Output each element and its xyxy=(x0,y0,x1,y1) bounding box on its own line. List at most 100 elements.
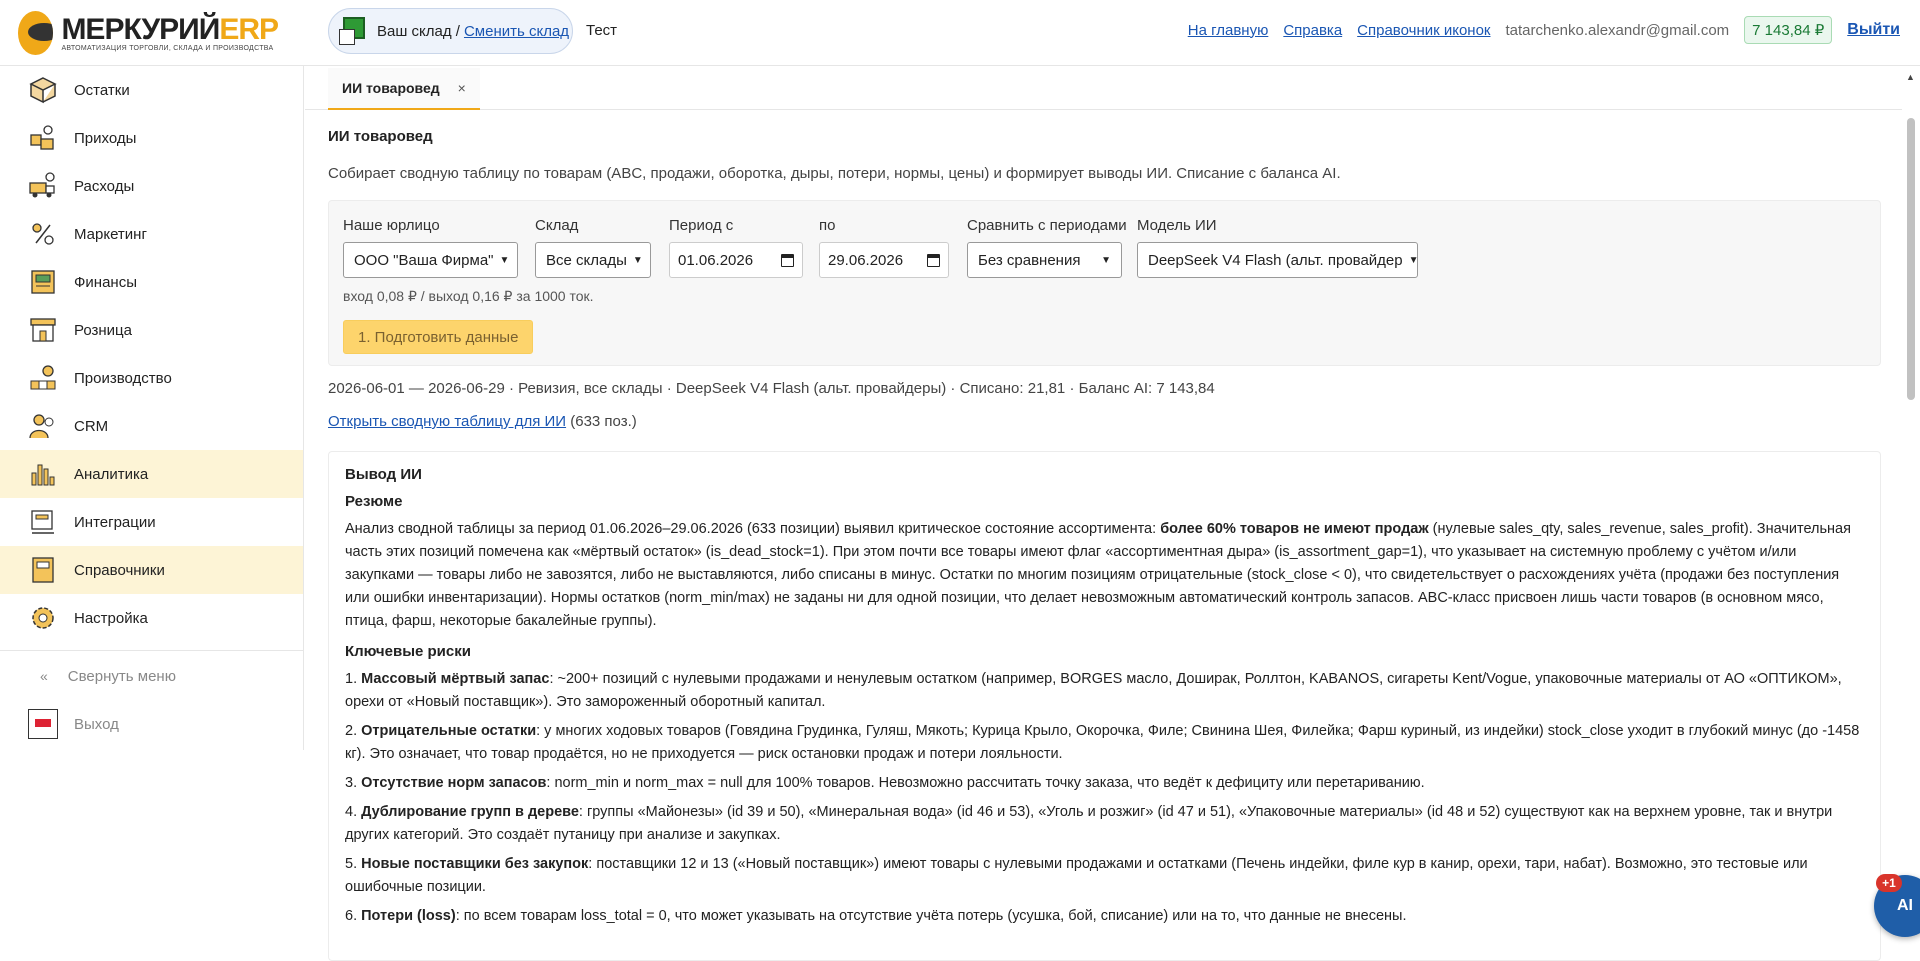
help-link[interactable]: Справка xyxy=(1283,22,1342,39)
sidebar-item-label: Финансы xyxy=(74,273,137,291)
model-select[interactable]: DeepSeek V4 Flash (альт. провайдер ▼ xyxy=(1137,242,1418,278)
ai-output-title: Вывод ИИ xyxy=(345,466,422,483)
warehouse-value: Все склады xyxy=(546,251,627,269)
resume-text: Анализ сводной таблицы за период 01.06.2… xyxy=(345,518,1864,633)
calendar-icon[interactable] xyxy=(781,253,794,267)
scrollbar-thumb[interactable] xyxy=(1907,118,1915,400)
open-table-line: Открыть сводную таблицу для ИИ (633 поз.… xyxy=(328,413,637,430)
tab-bar: ИИ товаровед × xyxy=(305,66,1920,110)
delivery-truck-icon xyxy=(29,172,55,198)
close-icon[interactable]: × xyxy=(458,80,466,96)
logo-subtitle: АВТОМАТИЗАЦИЯ ТОРГОВЛИ, СКЛАДА И ПРОИЗВО… xyxy=(61,44,274,52)
sidebar-item-analytics[interactable]: Аналитика xyxy=(0,450,303,498)
tab-label: ИИ товаровед xyxy=(342,80,440,96)
warehouse-label: Ваш склад / xyxy=(377,22,460,40)
sidebar-item-finance[interactable]: Финансы xyxy=(0,258,303,306)
risk-heading: Дублирование групп в дереве xyxy=(361,804,579,820)
filters-panel: Наше юрлицо ООО "Ваша Фирма" ▼ Склад Все … xyxy=(328,200,1881,366)
sidebar-item-label: Расходы xyxy=(74,177,135,195)
sidebar-item-retail[interactable]: Розница xyxy=(0,306,303,354)
sidebar-item-production[interactable]: Производство xyxy=(0,354,303,402)
risk-text: : у многих ходовых товаров (Говядина Гру… xyxy=(345,723,1860,762)
balance-badge[interactable]: 7 143,84 ₽ xyxy=(1744,16,1833,44)
risk-number: 3. xyxy=(345,775,362,791)
risk-item: 4. Дублирование групп в дереве: группы «… xyxy=(345,801,1864,847)
cash-register-icon xyxy=(31,270,55,294)
sidebar-item-settings[interactable]: Настройка xyxy=(0,594,303,642)
sidebar-item-expenses[interactable]: Расходы xyxy=(0,162,303,210)
warehouse-switcher: Ваш склад / Сменить склад xyxy=(328,8,573,54)
logout-link[interactable]: Выйти xyxy=(1847,21,1900,39)
period-from-field: Период с 01.06.2026 xyxy=(669,217,803,278)
sidebar-item-crm[interactable]: CRM xyxy=(0,402,303,450)
period-from-label: Период с xyxy=(669,217,734,234)
period-to-input[interactable]: 29.06.2026 xyxy=(819,242,949,278)
incoming-goods-icon xyxy=(30,125,54,150)
risk-heading: Массовый мёртвый запас xyxy=(361,671,550,687)
ai-fab-label: AI xyxy=(1897,897,1913,914)
compare-label: Сравнить с периодами xyxy=(967,217,1127,234)
storefront-icon xyxy=(30,318,56,342)
sidebar-item-label: Аналитика xyxy=(74,465,149,483)
warehouse-label: Склад xyxy=(535,217,579,234)
main-content: ИИ товаровед Собирает сводную таблицу по… xyxy=(328,110,1882,961)
resume-text-part: Анализ сводной таблицы за период 01.06.2… xyxy=(345,521,1161,537)
company-field: Наше юрлицо ООО "Ваша Фирма" ▼ xyxy=(343,217,518,278)
period-from-input[interactable]: 01.06.2026 xyxy=(669,242,803,278)
logo-name: МЕРКУРИЙ xyxy=(61,12,220,46)
sidebar-item-references[interactable]: Справочники xyxy=(0,546,303,594)
company-name-label: Тест xyxy=(586,22,618,39)
icons-reference-link[interactable]: Справочник иконок xyxy=(1357,22,1490,39)
sidebar-item-stock[interactable]: Остатки xyxy=(0,66,303,114)
sidebar-item-label: Производство xyxy=(74,369,172,387)
gear-icon xyxy=(32,607,54,629)
factory-icon xyxy=(30,365,56,390)
bar-chart-icon xyxy=(31,464,55,486)
risks-title: Ключевые риски xyxy=(345,643,471,660)
chevron-down-icon: ▼ xyxy=(499,254,510,266)
warehouse-select[interactable]: Все склады ▼ xyxy=(535,242,651,278)
people-icon xyxy=(29,414,54,439)
scrollbar[interactable]: ▲ xyxy=(1902,66,1920,950)
sidebar-item-label: Остатки xyxy=(74,81,130,99)
top-bar: МЕРКУРИЙERP АВТОМАТИЗАЦИЯ ТОРГОВЛИ, СКЛА… xyxy=(0,0,1920,66)
sidebar-item-label: CRM xyxy=(74,417,109,435)
scroll-up-icon[interactable]: ▲ xyxy=(1906,72,1915,82)
company-select[interactable]: ООО "Ваша Фирма" ▼ xyxy=(343,242,518,278)
risk-heading: Отрицательные остатки xyxy=(361,723,537,739)
compare-select[interactable]: Без сравнения ▼ xyxy=(967,242,1122,278)
sidebar-item-label: Маркетинг xyxy=(74,225,147,243)
exit-button[interactable]: Выход xyxy=(0,701,303,747)
risk-text: : по всем товарам loss_total = 0, что мо… xyxy=(455,908,1407,924)
warehouse-icon xyxy=(339,17,367,45)
risk-number: 4. xyxy=(345,804,362,820)
sidebar-item-label: Справочники xyxy=(74,561,165,579)
collapse-label: Свернуть меню xyxy=(67,667,176,685)
change-warehouse-link[interactable]: Сменить склад xyxy=(464,23,569,40)
period-from-value: 01.06.2026 xyxy=(678,251,754,269)
run-summary: 2026-06-01 — 2026-06-29 · Ревизия, все с… xyxy=(328,380,1215,397)
logo[interactable]: МЕРКУРИЙERP АВТОМАТИЗАЦИЯ ТОРГОВЛИ, СКЛА… xyxy=(18,8,279,58)
sidebar-item-incoming[interactable]: Приходы xyxy=(0,114,303,162)
sidebar-item-marketing[interactable]: Маркетинг xyxy=(0,210,303,258)
chevron-down-icon: ▼ xyxy=(1408,254,1418,266)
calendar-icon[interactable] xyxy=(927,253,940,267)
prepare-data-button[interactable]: 1. Подготовить данные xyxy=(343,320,534,354)
collapse-menu-button[interactable]: « Свернуть меню xyxy=(0,651,303,701)
model-field: Модель ИИ DeepSeek V4 Flash (альт. прова… xyxy=(1137,217,1418,278)
model-value: DeepSeek V4 Flash (альт. провайдер xyxy=(1148,251,1403,269)
risk-number: 5. xyxy=(345,856,362,872)
sidebar-item-integrations[interactable]: Интеграции xyxy=(0,498,303,546)
risk-text: : ~200+ позиций с нулевыми продажами и н… xyxy=(345,671,1842,710)
warehouse-field: Склад Все склады ▼ xyxy=(535,217,651,278)
risk-item: 5. Новые поставщики без закупок: поставщ… xyxy=(345,853,1864,899)
discount-icon xyxy=(32,223,54,245)
chevron-down-icon: ▼ xyxy=(1101,254,1111,266)
open-summary-table-link[interactable]: Открыть сводную таблицу для ИИ xyxy=(328,413,566,430)
risk-text: : norm_min и norm_max = null для 100% то… xyxy=(546,775,1425,791)
sidebar: Остатки Приходы Расходы Маркетинг Финанс… xyxy=(0,66,304,750)
risk-number: 1. xyxy=(345,671,362,687)
tab-ai-merchandiser[interactable]: ИИ товаровед × xyxy=(328,68,480,110)
positions-count: (633 поз.) xyxy=(570,413,637,430)
home-link[interactable]: На главную xyxy=(1188,22,1269,39)
